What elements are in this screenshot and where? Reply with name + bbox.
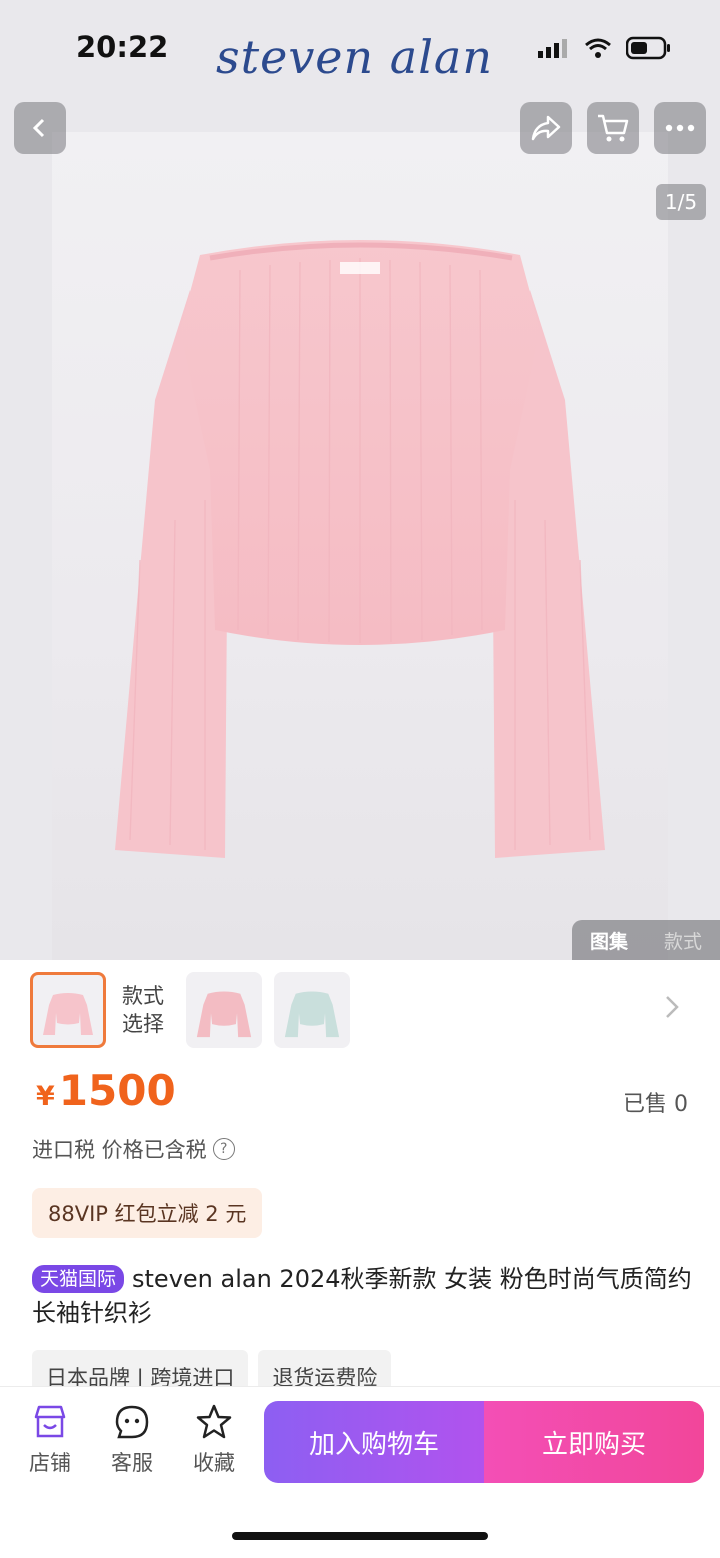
cart-button[interactable] (587, 102, 639, 154)
system-icons (538, 36, 672, 60)
product-title: 天猫国际 steven alan 2024秋季新款 女装 粉色时尚气质简约长袖针织… (32, 1262, 692, 1330)
nav-customer-service[interactable]: 客服 (102, 1403, 162, 1477)
store-icon (34, 1405, 66, 1438)
pink-sweater-thumbnail (196, 991, 252, 1038)
sold-count: 已售 0 (623, 1092, 688, 1117)
tax-text: 进口税 价格已含税 (32, 1138, 207, 1162)
mint-sweater-thumbnail (284, 991, 340, 1038)
variant-label: 款式选择 (122, 984, 164, 1036)
promo-badge[interactable]: 88VIP 红包立减 2 元 (32, 1188, 263, 1238)
status-bar: 20:22 steven alan (0, 0, 720, 100)
back-button[interactable] (14, 102, 66, 154)
nav-favorite[interactable]: 收藏 (184, 1403, 244, 1477)
home-indicator[interactable] (232, 1532, 488, 1540)
chat-face-icon (115, 1405, 149, 1439)
variant-thumb[interactable] (274, 972, 350, 1048)
tab-styles[interactable]: 款式 (664, 927, 702, 954)
more-dots-icon (665, 124, 695, 132)
cart-icon (598, 114, 629, 142)
nav-favorite-label: 收藏 (193, 1451, 235, 1475)
clock: 20:22 (76, 30, 169, 64)
help-icon[interactable]: ? (212, 1138, 235, 1160)
share-icon (531, 115, 561, 141)
battery-icon (626, 36, 670, 60)
chevron-left-icon (32, 118, 45, 138)
gallery-tabs: 图集 款式 (572, 920, 720, 960)
nav-service-label: 客服 (111, 1451, 153, 1475)
price-value: 1500 (58, 1066, 176, 1115)
variant-selector[interactable]: 款式选择 (0, 960, 720, 1060)
tmall-global-badge: 天猫国际 (32, 1265, 125, 1293)
tax-info[interactable]: 进口税 价格已含税 ? (32, 1134, 235, 1164)
variant-thumb-selected[interactable] (30, 972, 106, 1048)
price: ¥ 1500 (36, 1066, 176, 1115)
brand-logo: steven alan (216, 30, 493, 84)
purchase-buttons: 加入购物车 立即购买 (264, 1401, 704, 1483)
price-currency: ¥ (36, 1081, 55, 1112)
more-button[interactable] (654, 102, 706, 154)
nav-store-label: 店铺 (29, 1451, 71, 1475)
wifi-icon (585, 38, 611, 58)
variant-thumb[interactable] (186, 972, 262, 1048)
chevron-right-icon[interactable] (664, 994, 680, 1020)
tab-gallery[interactable]: 图集 (590, 927, 628, 954)
product-title-text: steven alan 2024秋季新款 女装 粉色时尚气质简约长袖针织衫 (32, 1265, 692, 1327)
nav-store[interactable]: 店铺 (20, 1403, 80, 1477)
pink-sweater-thumbnail (43, 993, 93, 1035)
gallery-counter: 1/5 (656, 184, 706, 220)
signal-icon (538, 39, 567, 58)
buy-now-button[interactable]: 立即购买 (484, 1401, 704, 1483)
star-icon (196, 1404, 232, 1439)
product-gallery[interactable]: 20:22 steven alan 1/5 图集 款式 (0, 0, 720, 960)
add-to-cart-button[interactable]: 加入购物车 (264, 1401, 484, 1483)
share-button[interactable] (520, 102, 572, 154)
